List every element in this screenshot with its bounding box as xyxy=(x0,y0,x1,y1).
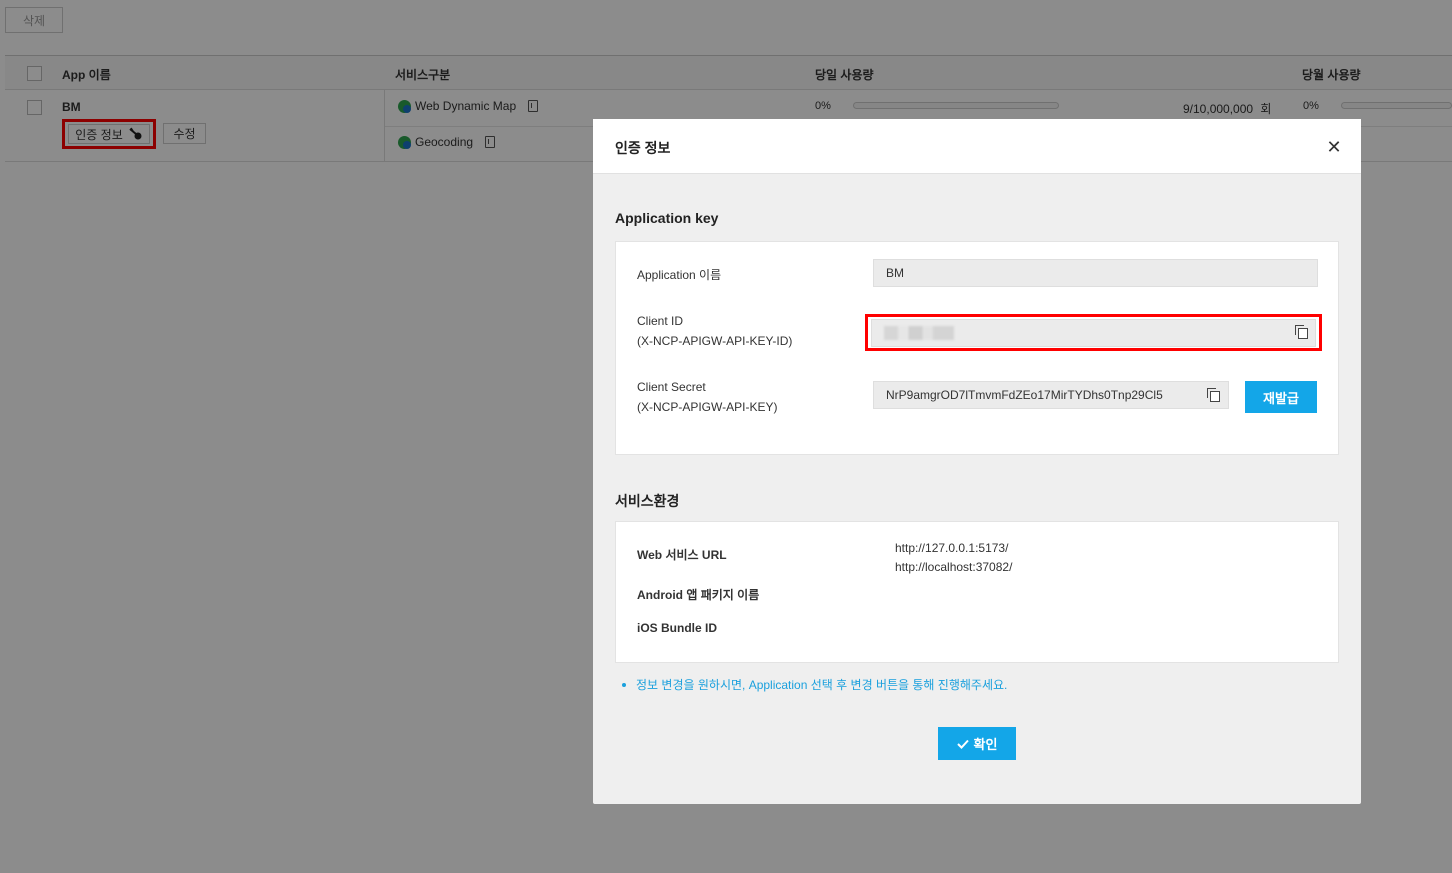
confirm-button[interactable]: 확인 xyxy=(938,727,1016,760)
info-note: 정보 변경을 원하시면, Application 선택 후 변경 버튼을 통해 … xyxy=(622,676,1007,693)
app-key-panel: Application 이름 BM Client ID (X-NCP-APIGW… xyxy=(615,241,1339,455)
info-note-text: 정보 변경을 원하시면, Application 선택 후 변경 버튼을 통해 … xyxy=(636,678,1008,692)
bullet-icon xyxy=(622,682,626,687)
client-id-field xyxy=(871,319,1316,347)
copy-client-id-icon[interactable] xyxy=(1295,325,1308,339)
service-env-section-title: 서비스환경 xyxy=(615,493,680,509)
web-url-item: http://localhost:37082/ xyxy=(895,560,1013,574)
app-name-label: Application 이름 xyxy=(637,268,722,282)
modal-header: 인증 정보 ✕ xyxy=(593,119,1361,174)
check-icon xyxy=(956,739,969,749)
confirm-label: 확인 xyxy=(973,737,998,752)
redacted-client-id xyxy=(884,326,954,340)
web-url-item: http://127.0.0.1:5173/ xyxy=(895,541,1009,555)
reissue-button[interactable]: 재발급 xyxy=(1245,381,1317,413)
web-url-list: http://127.0.0.1:5173/ http://localhost:… xyxy=(895,539,1012,577)
modal-title: 인증 정보 xyxy=(615,140,671,156)
copy-client-secret-icon[interactable] xyxy=(1207,388,1220,402)
ios-bundle-label: iOS Bundle ID xyxy=(637,621,718,635)
auth-info-modal: 인증 정보 ✕ Application key Application 이름 B… xyxy=(593,119,1361,804)
app-key-section-title: Application key xyxy=(615,210,719,226)
client-secret-field: NrP9amgrOD7lTmvmFdZEo17MirTYDhs0Tnp29Cl5 xyxy=(873,381,1229,409)
web-url-label: Web 서비스 URL xyxy=(637,548,727,562)
service-env-panel: Web 서비스 URL http://127.0.0.1:5173/ http:… xyxy=(615,521,1339,663)
close-icon[interactable]: ✕ xyxy=(1325,138,1343,156)
app-name-field: BM xyxy=(873,259,1318,287)
client-id-label: Client ID (X-NCP-APIGW-API-KEY-ID) xyxy=(637,314,793,348)
client-secret-label: Client Secret (X-NCP-APIGW-API-KEY) xyxy=(637,380,778,414)
android-package-label: Android 앱 패키지 이름 xyxy=(637,588,760,602)
